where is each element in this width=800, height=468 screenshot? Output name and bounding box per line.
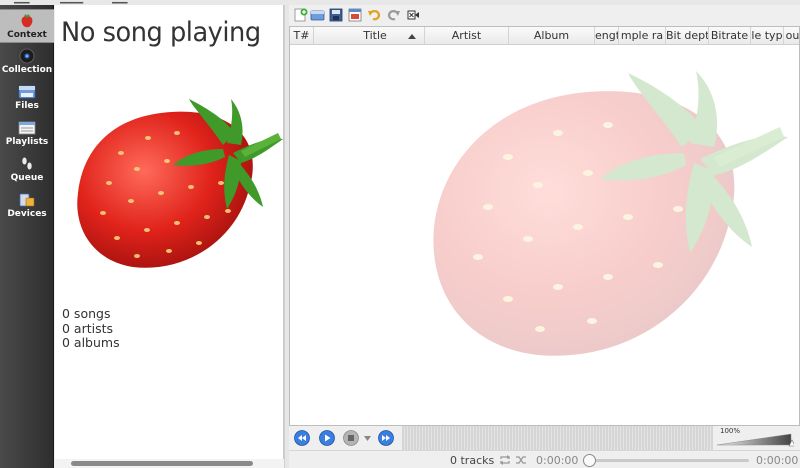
redo-icon[interactable] (386, 8, 401, 22)
sidebar-item-files[interactable]: Files (0, 81, 54, 115)
column-title-label: Title (363, 29, 387, 42)
sidebar-item-label: Queue (10, 173, 44, 183)
load-playlist-icon[interactable] (310, 8, 325, 22)
albums-count: 0 albums (62, 335, 120, 350)
column-artist[interactable]: Artist (425, 27, 509, 45)
footsteps-icon (22, 157, 32, 170)
devices-icon (19, 193, 35, 207)
clear-playlist-icon[interactable] (406, 8, 421, 22)
menu-music[interactable]: ▁▁▁ (60, 0, 83, 4)
folder-icon (18, 85, 36, 99)
playlist-icon (18, 121, 36, 135)
stop-button[interactable] (343, 430, 359, 446)
sidebar-item-label: Playlists (5, 137, 49, 147)
sidebar: Context Collection Files Playlists Queue… (0, 5, 54, 468)
track-count: 0 tracks (450, 454, 495, 467)
column-sample-rate[interactable]: mple ra (619, 27, 666, 45)
column-album[interactable]: Album (509, 27, 595, 45)
menu-file[interactable]: ▁▁ (14, 0, 29, 4)
column-title[interactable]: Title (314, 27, 425, 45)
strawberry-main-window: ▁▁ ▁▁▁ ▁▁ Context Collection (0, 0, 800, 468)
shuffle-icon[interactable] (515, 455, 527, 465)
player-controls: 100% (289, 426, 800, 450)
collection-stats: 0 songs 0 artists 0 albums (62, 306, 120, 351)
seek-slider-handle[interactable] (583, 454, 596, 467)
column-track-number[interactable]: T# (290, 27, 314, 45)
strawberry-icon (21, 14, 33, 28)
column-bit-depth[interactable]: Bit deptl (666, 27, 709, 45)
stop-menu-chevron-down-icon[interactable] (364, 436, 371, 441)
sidebar-item-context[interactable]: Context (0, 9, 54, 43)
sidebar-item-collection[interactable]: Collection (0, 45, 54, 79)
column-source[interactable]: ou (784, 27, 799, 45)
column-bitrate[interactable]: Bitrate (709, 27, 751, 45)
undo-icon[interactable] (367, 8, 382, 22)
artists-count: 0 artists (62, 320, 114, 336)
status-bar: 0 tracks 0:00:00 0:00:00 (289, 450, 800, 468)
playlist-header: T# Title Artist Album engt mple ra Bit d… (290, 27, 799, 45)
playlist-background-strawberry (433, 71, 788, 356)
sidebar-item-label: Files (15, 101, 39, 111)
play-button[interactable] (319, 430, 335, 446)
sidebar-item-label: Devices (7, 209, 47, 219)
column-file-type[interactable]: le typ (751, 27, 784, 45)
now-playing-title: No song playing (61, 17, 261, 48)
songs-count: 0 songs (62, 306, 111, 321)
context-panel: No song playing 0 songs 0 artists 0 albu… (55, 5, 284, 468)
album-art-strawberry (77, 99, 283, 268)
context-scrollbar[interactable] (55, 459, 284, 468)
volume-slider[interactable] (717, 432, 794, 447)
edit-playlist-icon[interactable] (348, 8, 363, 22)
menu-tools[interactable]: ▁▁ (112, 0, 127, 4)
previous-track-button[interactable] (294, 430, 310, 446)
sort-ascending-icon (408, 34, 416, 39)
playlist-toolbar (289, 5, 800, 26)
time-elapsed: 0:00:00 (536, 454, 579, 467)
save-playlist-icon[interactable] (329, 8, 344, 22)
column-length[interactable]: engt (595, 27, 619, 45)
playlist-area: T# Title Artist Album engt mple ra Bit d… (289, 5, 800, 468)
new-playlist-icon[interactable] (293, 8, 308, 22)
sidebar-item-playlists[interactable]: Playlists (0, 117, 54, 151)
disc-icon (19, 48, 35, 64)
scrollbar-thumb[interactable] (71, 461, 253, 466)
playlist-view[interactable]: T# Title Artist Album engt mple ra Bit d… (289, 26, 800, 426)
sidebar-item-label: Collection (1, 65, 53, 75)
time-total: 0:00:00 (756, 454, 799, 467)
sidebar-item-devices[interactable]: Devices (0, 189, 54, 223)
sidebar-item-label: Context (7, 30, 47, 40)
spectrum-analyzer[interactable] (402, 426, 713, 450)
repeat-icon[interactable] (499, 455, 511, 465)
next-track-button[interactable] (378, 430, 394, 446)
sidebar-item-queue[interactable]: Queue (0, 153, 54, 187)
seek-slider[interactable] (590, 459, 749, 462)
